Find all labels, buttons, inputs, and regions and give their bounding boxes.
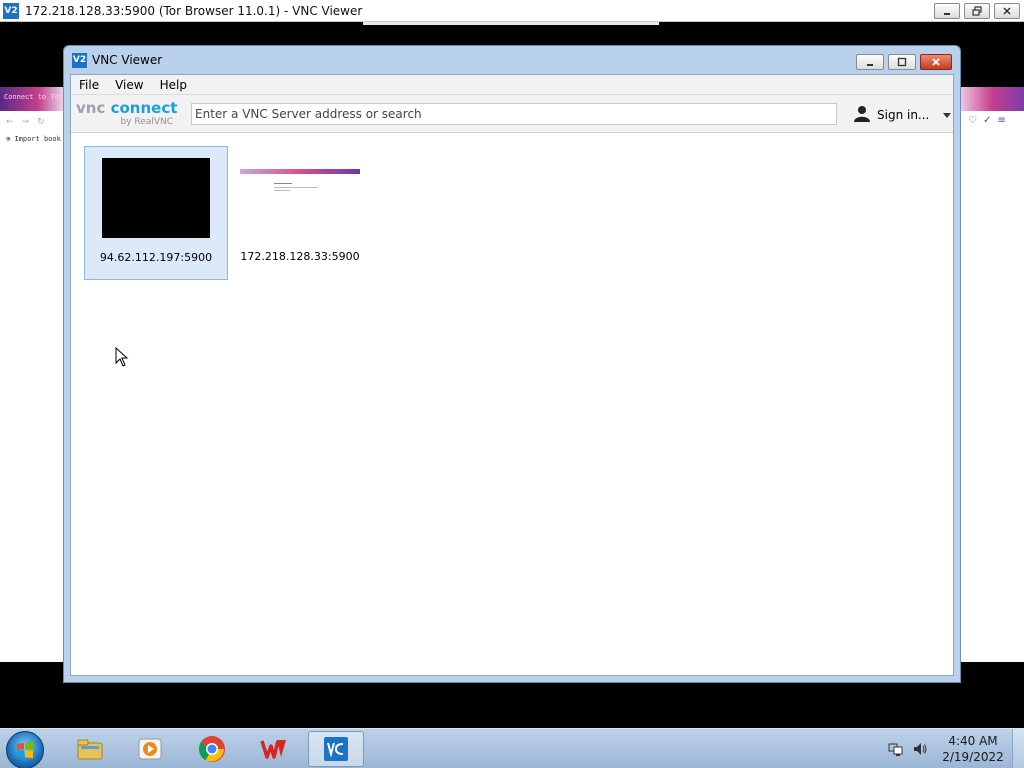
windows-logo-icon	[17, 741, 33, 759]
tor-browser-left-edge: Connect to Tor ←→↻ ⊕ Import book	[0, 87, 64, 662]
taskbar-chrome[interactable]	[184, 731, 240, 767]
outer-window-titlebar[interactable]: V2 172.218.128.33:5900 (Tor Browser 11.0…	[0, 0, 1024, 22]
mouse-cursor-icon	[115, 346, 129, 370]
brand-connect: connect	[110, 98, 178, 117]
vnc-viewer-icon	[324, 737, 348, 761]
outer-minimize-button[interactable]	[934, 3, 960, 19]
connections-grid: 94.62.112.197:5900 172.218.128.33:5900	[71, 133, 953, 675]
close-icon	[1003, 7, 1011, 15]
vnc-window-logo-icon: V2	[72, 52, 87, 68]
vnc-close-button[interactable]	[920, 54, 952, 70]
brand-vnc: vnc	[76, 98, 106, 117]
connection-tile[interactable]: 94.62.112.197:5900	[84, 146, 228, 280]
user-icon	[853, 104, 871, 125]
thumb-tab-bar	[240, 169, 360, 174]
outer-close-button[interactable]	[994, 3, 1020, 19]
minimize-icon	[944, 13, 950, 15]
vnc-window-controls	[856, 54, 952, 70]
clock-date: 2/19/2022	[942, 750, 1004, 764]
taskbar-vnc-viewer[interactable]	[308, 731, 364, 767]
connection-thumbnail	[102, 158, 210, 238]
tor-toolbar-icons: ♡✓≡	[968, 115, 1012, 126]
windows-explorer-icon	[77, 739, 103, 760]
outer-maximize-button[interactable]	[964, 3, 990, 19]
menu-help[interactable]: Help	[152, 78, 195, 92]
tor-nav-icons: ←→↻	[6, 117, 53, 127]
tor-bookmark-label: ⊕ Import book	[6, 135, 61, 143]
outer-window-controls	[934, 3, 1020, 19]
menu-view[interactable]: View	[107, 78, 151, 92]
vnc-connect-logo: vnc connect by RealVNC	[71, 98, 187, 127]
sign-in-button[interactable]: Sign in...	[853, 104, 952, 125]
restore-icon	[972, 6, 982, 16]
vnc-window-titlebar[interactable]: V2 VNC Viewer	[64, 46, 960, 74]
maximize-icon	[897, 57, 907, 67]
vnc-viewer-logo-icon: V2	[3, 2, 19, 19]
start-button[interactable]	[6, 731, 44, 768]
vnc-minimize-button[interactable]	[856, 54, 884, 70]
tor-browser-right-edge: ♡✓≡	[960, 87, 1024, 662]
tor-tab-bar: Connect to Tor	[0, 87, 64, 111]
chevron-down-icon	[935, 108, 952, 122]
wps-office-icon	[260, 740, 286, 759]
outer-window-title: 172.218.128.33:5900 (Tor Browser 11.0.1)…	[25, 3, 363, 18]
connection-label: 172.218.128.33:5900	[240, 250, 360, 263]
minimize-icon	[867, 64, 873, 66]
thumb-text-line	[274, 190, 290, 191]
taskbar-explorer[interactable]	[62, 731, 118, 767]
close-icon	[932, 58, 940, 66]
chrome-icon	[198, 736, 225, 762]
tor-bookmark-text: Import book	[14, 135, 61, 143]
connection-label: 94.62.112.197:5900	[99, 251, 213, 264]
taskbar-wps-office[interactable]	[246, 731, 302, 767]
taskbar-media-player[interactable]	[122, 731, 178, 767]
vnc-maximize-button[interactable]	[888, 54, 916, 70]
vnc-window-title: VNC Viewer	[92, 53, 163, 67]
toolbar: vnc connect by RealVNC Sign in...	[71, 95, 953, 133]
sign-in-label: Sign in...	[877, 107, 930, 122]
media-player-icon	[138, 738, 162, 760]
taskbar: 4:40 AM 2/19/2022	[0, 728, 1024, 768]
vnc-window-body: File View Help vnc connect by RealVNC Si…	[70, 74, 954, 676]
connection-thumbnail	[240, 163, 360, 233]
connection-tile[interactable]: 172.218.128.33:5900	[228, 146, 372, 280]
thumb-text-line	[274, 183, 292, 184]
tor-tab-bar-right	[960, 87, 1024, 111]
tor-tab-label: Connect to Tor	[4, 93, 64, 101]
menu-bar: File View Help	[71, 75, 953, 95]
brand-byline: by RealVNC	[120, 116, 173, 127]
remote-top-strip	[363, 22, 659, 25]
clock-time: 4:40 AM	[948, 734, 998, 748]
brand-wordmark: vnc connect	[76, 98, 187, 117]
server-address-search-input[interactable]	[191, 103, 837, 125]
taskbar-clock[interactable]: 4:40 AM 2/19/2022	[940, 733, 1006, 765]
show-desktop-button[interactable]	[1012, 729, 1024, 768]
thumb-text-line	[274, 187, 318, 188]
volume-icon[interactable]	[912, 741, 928, 757]
system-tray	[888, 741, 928, 757]
network-icon[interactable]	[888, 741, 904, 757]
vnc-viewer-window: V2 VNC Viewer File View Help vnc connect…	[63, 45, 961, 683]
menu-file[interactable]: File	[71, 78, 107, 92]
